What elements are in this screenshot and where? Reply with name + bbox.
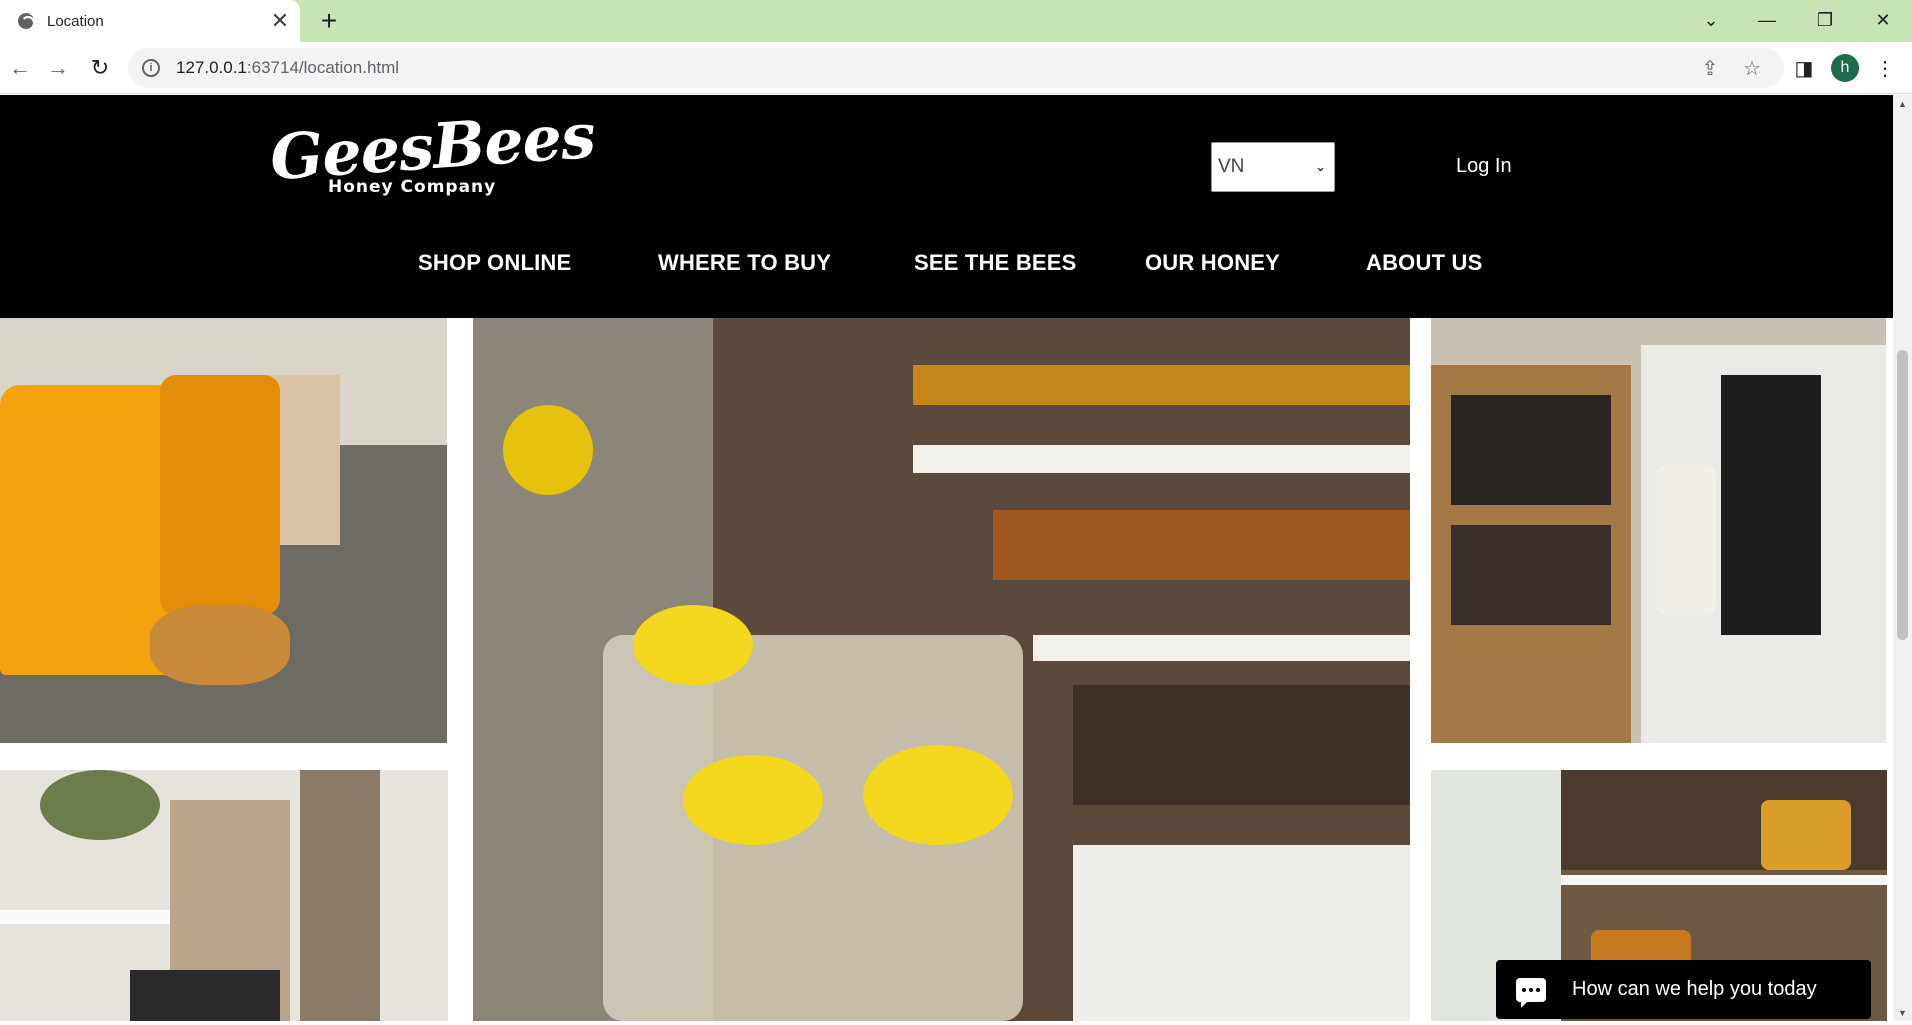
scroll-down-icon[interactable]: ▼ xyxy=(1893,1004,1912,1021)
photo-honey-display xyxy=(473,305,1410,1021)
nav-shop-online[interactable]: SHOP ONLINE xyxy=(418,250,571,276)
site-info-icon[interactable]: i xyxy=(142,59,160,77)
nav-see-the-bees[interactable]: SEE THE BEES xyxy=(914,250,1077,276)
globe-icon xyxy=(18,13,35,30)
close-window-button[interactable]: ✕ xyxy=(1856,0,1910,40)
photo-shelves xyxy=(1431,305,1886,743)
menu-kebab-icon[interactable]: ⋮ xyxy=(1871,54,1899,82)
nav-about-us[interactable]: ABOUT US xyxy=(1366,250,1483,276)
minimize-button[interactable]: — xyxy=(1740,0,1794,40)
nav-our-honey[interactable]: OUR HONEY xyxy=(1145,250,1280,276)
scroll-up-icon[interactable]: ▲ xyxy=(1893,95,1912,112)
back-icon[interactable]: ← xyxy=(4,52,36,84)
site-logo[interactable]: GeesBees Honey Company xyxy=(268,99,597,223)
site-header: GeesBees Honey Company VN ⌄ Log In SHOP … xyxy=(0,95,1893,318)
tab-search-icon[interactable]: ⌄ xyxy=(1684,0,1738,40)
browser-tabstrip: Location ✕ + ⌄ — ❐ ✕ xyxy=(0,0,1912,42)
browser-tab[interactable]: Location ✕ xyxy=(0,0,300,42)
forward-icon[interactable]: → xyxy=(42,52,74,84)
photo-shirts xyxy=(0,305,447,743)
scroll-thumb[interactable] xyxy=(1897,350,1908,640)
chevron-down-icon: ⌄ xyxy=(1315,159,1326,174)
chat-widget-button[interactable]: How can we help you today xyxy=(1496,960,1871,1019)
profile-avatar[interactable]: h xyxy=(1831,54,1859,82)
new-tab-button[interactable]: + xyxy=(314,5,344,36)
address-bar[interactable]: i 127.0.0.1:63714/location.html ⇪ ☆ xyxy=(128,48,1784,88)
page-viewport: GeesBees Honey Company VN ⌄ Log In SHOP … xyxy=(0,95,1893,1021)
share-icon[interactable]: ⇪ xyxy=(1698,56,1722,80)
language-select[interactable]: VN ⌄ xyxy=(1211,142,1335,192)
close-tab-icon[interactable]: ✕ xyxy=(266,7,294,35)
reload-icon[interactable]: ↻ xyxy=(84,52,116,84)
bookmark-star-icon[interactable]: ☆ xyxy=(1740,56,1764,80)
url-text: 127.0.0.1:63714/location.html xyxy=(176,58,400,77)
login-link[interactable]: Log In xyxy=(1456,155,1512,178)
tab-title: Location xyxy=(47,12,104,30)
chat-label: How can we help you today xyxy=(1572,978,1817,1000)
restore-button[interactable]: ❐ xyxy=(1798,0,1852,40)
chat-bubble-icon xyxy=(1516,977,1546,1008)
browser-toolbar: ← → ↻ i 127.0.0.1:63714/location.html ⇪ … xyxy=(0,42,1912,94)
page-scrollbar[interactable]: ▲ ▼ xyxy=(1893,95,1912,1021)
photo-decor xyxy=(0,770,448,1021)
side-panel-icon[interactable]: ◨ xyxy=(1790,54,1818,82)
nav-where-to-buy[interactable]: WHERE TO BUY xyxy=(658,250,831,276)
